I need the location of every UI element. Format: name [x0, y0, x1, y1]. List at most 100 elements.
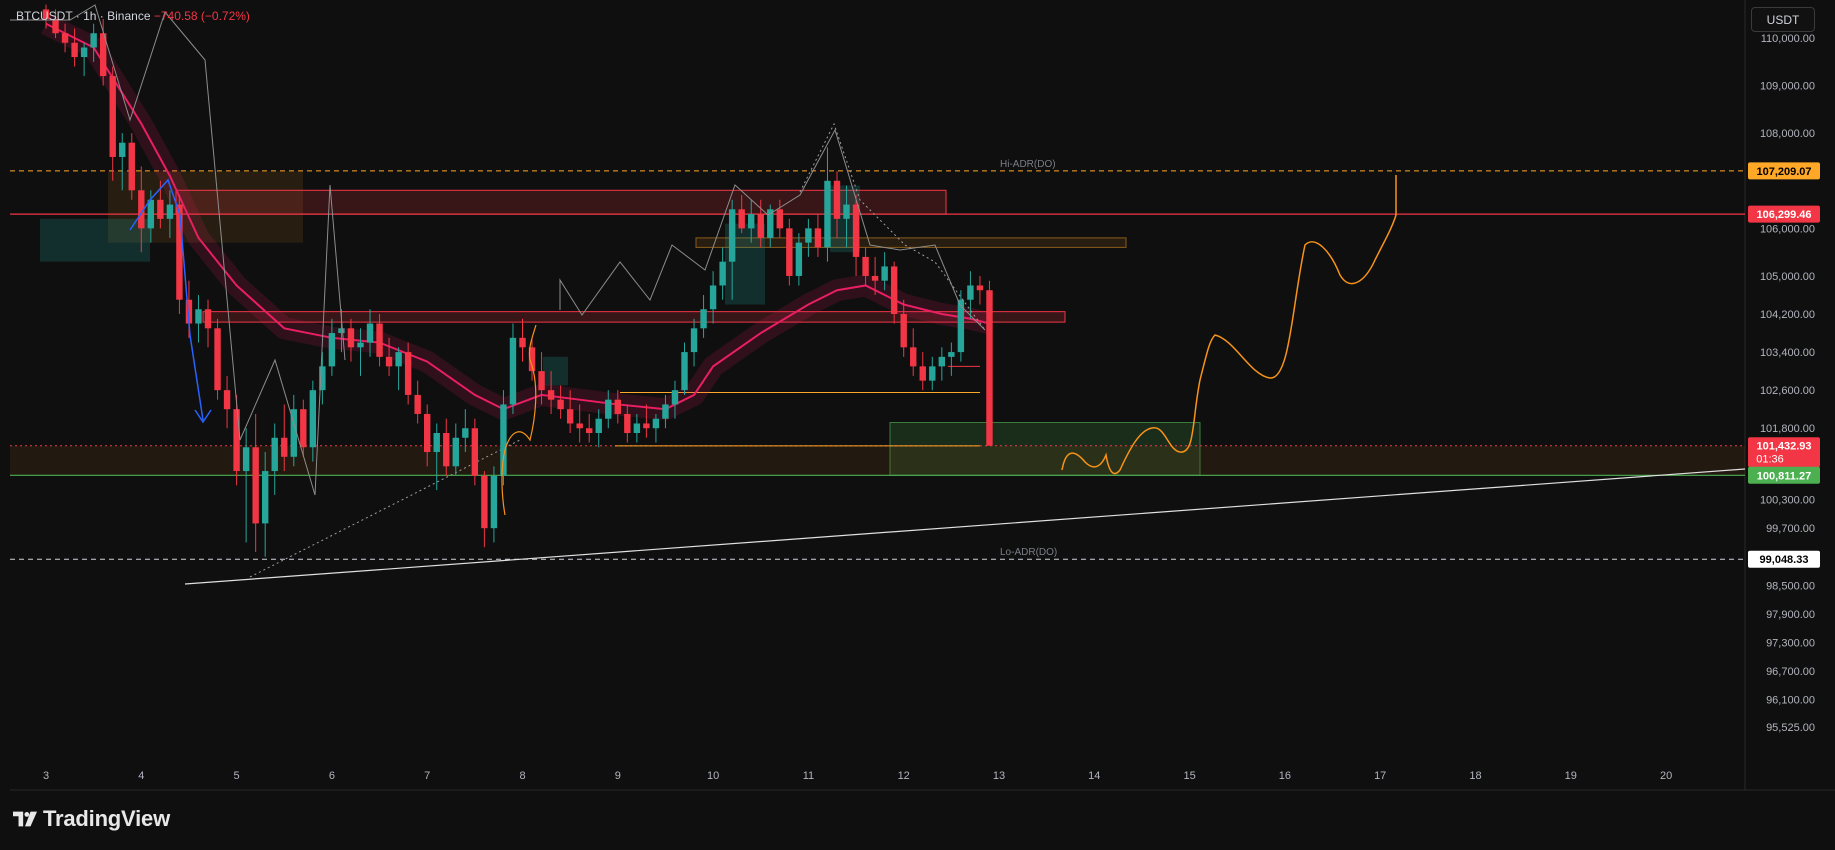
- price-tick-label: 108,000.00: [1760, 128, 1815, 140]
- time-tick-label: 8: [519, 770, 525, 782]
- candle-body: [481, 475, 488, 529]
- candle[interactable]: [128, 133, 135, 200]
- price-tag-label: 100,811.27: [1757, 470, 1811, 482]
- price-chart[interactable]: Hi-ADR(DO) Lo-ADR(DO) 110,000.00 109,000.0…: [0, 0, 1835, 850]
- time-tick-label: 5: [234, 770, 240, 782]
- time-tick-label: 16: [1279, 770, 1291, 782]
- candle-body: [223, 390, 231, 410]
- price-tick-label: 109,000.00: [1760, 81, 1815, 93]
- candle-body: [195, 309, 202, 324]
- hi-adr-label: Hi-ADR(DO): [1000, 159, 1056, 170]
- candle-body: [643, 423, 650, 429]
- price-tick-label: 102,600.00: [1760, 385, 1815, 397]
- candle-body: [233, 409, 240, 472]
- price-tag-label: 101,432.93: [1756, 441, 1811, 453]
- candle-body: [690, 328, 698, 353]
- candle-body: [986, 290, 993, 446]
- candle-body: [967, 285, 974, 300]
- time-tick-label: 7: [424, 770, 430, 782]
- candle-body: [404, 352, 412, 395]
- candle-body: [271, 437, 278, 472]
- candle-body: [948, 352, 955, 357]
- price-tag-label: 99,048.33: [1760, 554, 1809, 566]
- candle-body: [795, 242, 803, 276]
- price-tick-label: 101,800.00: [1760, 423, 1815, 435]
- candle-body: [376, 323, 383, 357]
- price-tag-label: 107,209.07: [1756, 166, 1811, 178]
- candle-body: [814, 228, 822, 248]
- symbol-info[interactable]: BTCUSDT · 1h · Binance: [16, 9, 151, 23]
- candle-body: [80, 47, 88, 58]
- candle-body: [566, 409, 574, 424]
- candle-body: [366, 323, 374, 343]
- candle[interactable]: [986, 280, 993, 446]
- candle-body: [757, 214, 764, 238]
- candle-body: [633, 423, 641, 433]
- candle-body: [338, 328, 345, 334]
- price-tag[interactable]: 107,209.07: [1748, 162, 1820, 180]
- candle-body: [385, 356, 393, 367]
- price-tag[interactable]: 100,811.27: [1748, 466, 1820, 484]
- candle[interactable]: [786, 218, 793, 286]
- candle-body: [881, 266, 888, 281]
- candle-body: [490, 475, 498, 529]
- countdown-label: 01:36: [1756, 454, 1784, 466]
- price-tick-label: 103,400.00: [1760, 347, 1815, 359]
- price-tag[interactable]: 106,299.46: [1748, 205, 1820, 223]
- candle-body: [652, 418, 660, 429]
- candle-body: [929, 366, 936, 381]
- price-tick-label: 98,500.00: [1766, 580, 1815, 592]
- price-tag-label: 106,299.46: [1756, 209, 1811, 221]
- price-tick-label: 96,700.00: [1766, 666, 1815, 678]
- candle-body: [662, 404, 669, 419]
- time-tick-label: 20: [1660, 770, 1672, 782]
- candle-body: [347, 328, 355, 348]
- time-tick-label: 15: [1183, 770, 1195, 782]
- candle-body: [614, 399, 621, 414]
- candle-body: [910, 347, 917, 367]
- candle-body: [204, 309, 212, 329]
- price-tick-label: 105,000.00: [1760, 271, 1815, 283]
- price-tick-label: 106,000.00: [1760, 223, 1815, 235]
- currency-button[interactable]: USDT: [1751, 7, 1815, 32]
- candle-body: [776, 209, 784, 229]
- time-tick-label: 18: [1469, 770, 1481, 782]
- price-tick-label: 104,200.00: [1760, 309, 1815, 321]
- candle[interactable]: [471, 418, 479, 486]
- candle-body: [624, 413, 631, 433]
- candle-body: [805, 228, 812, 243]
- candle-body: [681, 352, 688, 391]
- candle-body: [871, 275, 879, 281]
- candle-body: [128, 142, 135, 191]
- candle[interactable]: [214, 318, 221, 400]
- tradingview-logo[interactable]: TradingView: [13, 806, 170, 832]
- lo-adr-label: Lo-ADR(DO): [1000, 547, 1057, 558]
- candle-body: [786, 228, 793, 276]
- candle-body: [395, 352, 402, 367]
- price-tick-label: 96,100.00: [1766, 695, 1815, 707]
- candle-body: [538, 371, 545, 391]
- candle-body: [300, 409, 307, 448]
- time-tick-label: 12: [898, 770, 910, 782]
- candle-body: [519, 337, 526, 348]
- candle-body: [719, 261, 726, 286]
- candle[interactable]: [500, 390, 507, 486]
- symbol-legend[interactable]: BTCUSDT · 1h · Binance −740.58 (−0.72%): [16, 9, 250, 23]
- candle-body: [576, 423, 583, 429]
- price-tick-label: 97,300.00: [1766, 637, 1815, 649]
- price-tag[interactable]: 101,432.9301:36: [1748, 437, 1820, 468]
- candle-body: [557, 399, 564, 410]
- price-tick-label: 95,525.00: [1766, 722, 1815, 734]
- candle-body: [214, 328, 221, 391]
- candle-body: [890, 266, 898, 315]
- candle-body: [671, 390, 679, 405]
- chart-pane[interactable]: [10, 0, 1745, 790]
- candle-body: [61, 33, 69, 43]
- time-tick-label: 14: [1088, 770, 1100, 782]
- range-band: [10, 445, 1745, 476]
- price-tag[interactable]: 99,048.33: [1748, 550, 1820, 568]
- candle-body: [605, 399, 612, 419]
- candle-body: [900, 314, 907, 348]
- candle-body: [824, 180, 831, 248]
- price-tick-label: 100,300.00: [1760, 495, 1815, 507]
